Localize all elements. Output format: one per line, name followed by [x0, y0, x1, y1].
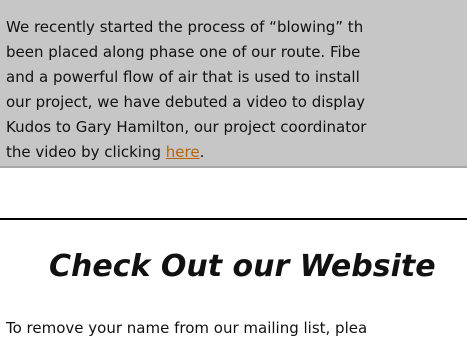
newsletter-page: We recently started the process of “blow…	[0, 0, 467, 343]
news-line-1: We recently started the process of “blow…	[6, 18, 364, 36]
fiber-news-paragraph: We recently started the process of “blow…	[0, 15, 467, 165]
website-section: Check Out our Website	[0, 218, 467, 300]
fiber-news-section: We recently started the process of “blow…	[0, 0, 467, 168]
check-out-website-heading[interactable]: Check Out our Website	[49, 249, 436, 284]
unsubscribe-text: To remove your name from our mailing lis…	[6, 319, 368, 337]
news-line-2: been placed along phase one of our route…	[6, 43, 361, 61]
video-here-link[interactable]: here	[166, 143, 200, 161]
news-line-6: the video by clicking here.	[6, 140, 467, 165]
news-line-3: and a powerful flow of air that is used …	[6, 68, 360, 86]
news-line-4: our project, we have debuted a video to …	[6, 93, 366, 111]
news-line-6-suffix: .	[199, 143, 205, 161]
news-line-6-prefix: the video by clicking	[6, 143, 166, 161]
news-line-5: Kudos to Gary Hamilton, our project coor…	[6, 118, 367, 136]
